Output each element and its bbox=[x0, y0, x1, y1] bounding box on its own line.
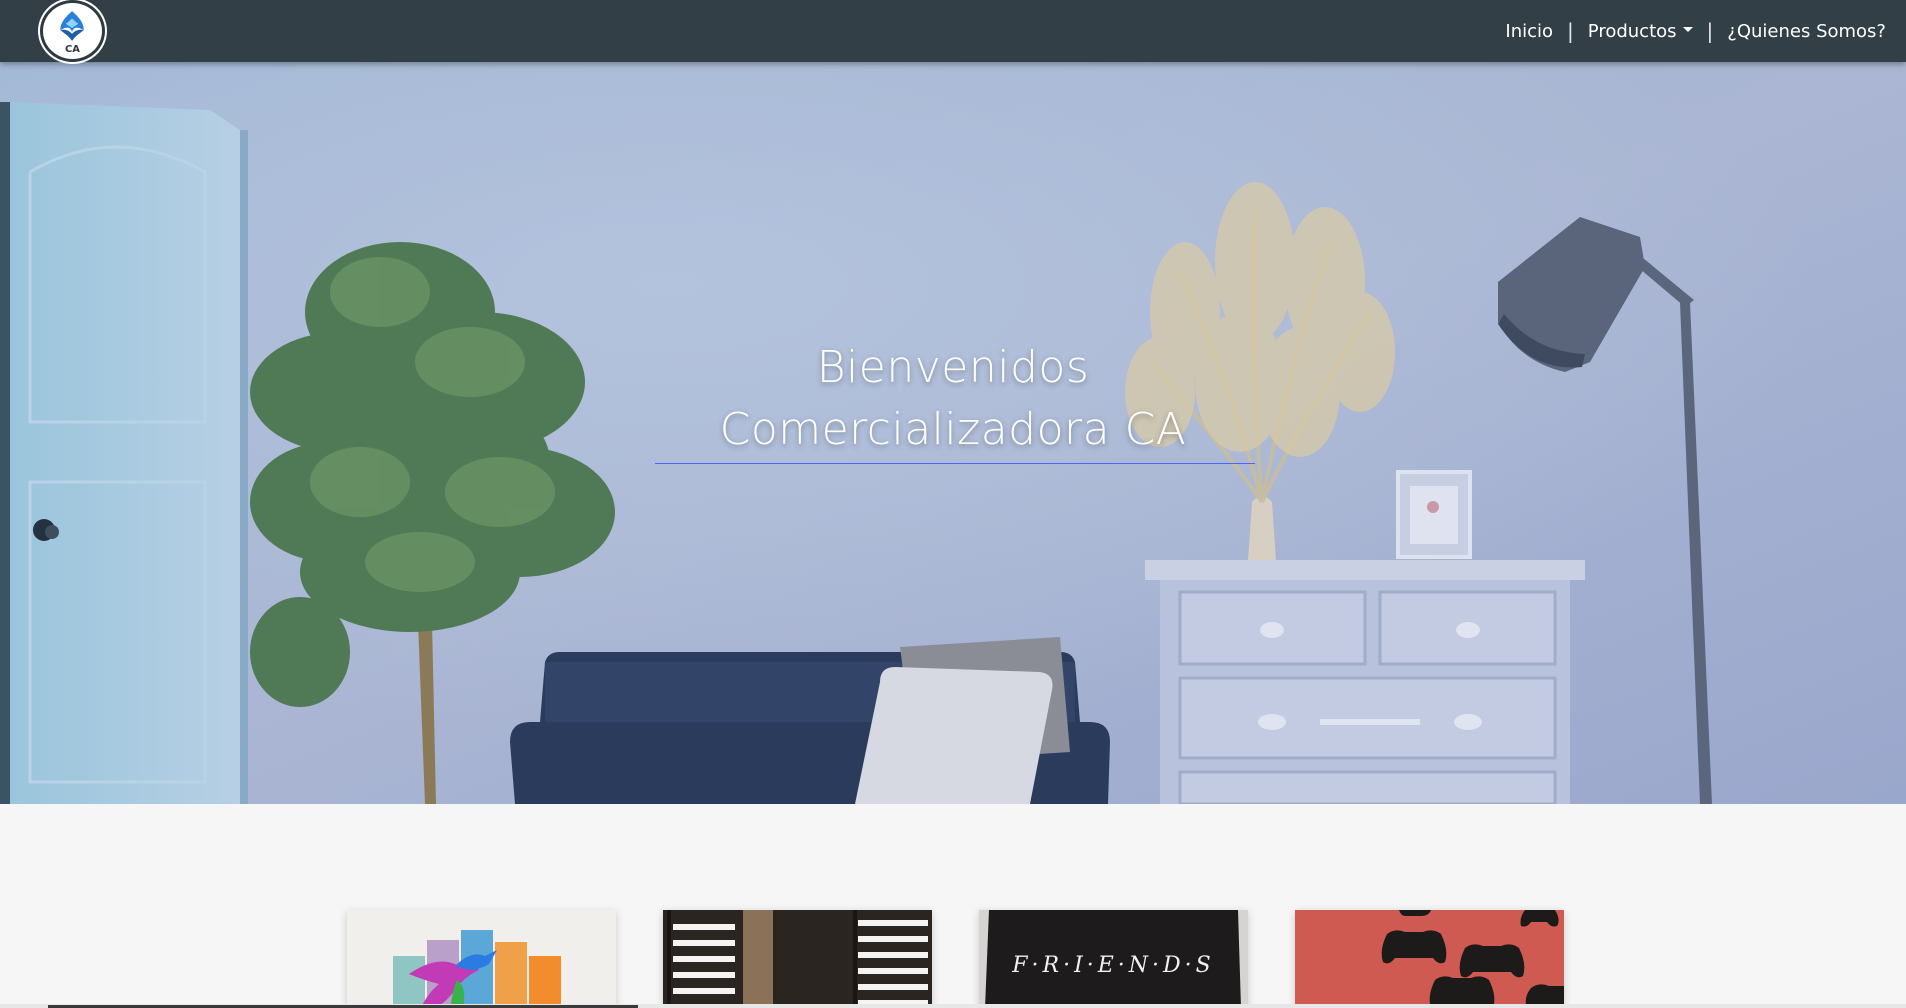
product-image-hummingbird bbox=[347, 910, 616, 1008]
nav-link-quienes-somos[interactable]: ¿Quienes Somos? bbox=[1727, 21, 1886, 42]
nav-links: Inicio | Productos | ¿Quienes Somos? bbox=[1505, 0, 1886, 62]
nav-separator: | bbox=[1567, 19, 1574, 43]
pillow-text: F·R·I·E·N·D·S bbox=[1011, 953, 1215, 978]
nav-link-inicio[interactable]: Inicio bbox=[1505, 21, 1553, 42]
logo-icon: CA bbox=[45, 3, 100, 59]
hero-underline bbox=[655, 463, 1255, 464]
hero-title: Bienvenidos Comercializadora CA bbox=[0, 337, 1906, 461]
hero-section: Bienvenidos Comercializadora CA bbox=[0, 62, 1906, 804]
logo-text: CA bbox=[65, 44, 80, 55]
top-navbar: CA Inicio | Productos | ¿Quienes Somos? bbox=[0, 0, 1906, 62]
product-card-gamepads[interactable] bbox=[1295, 910, 1564, 1008]
products-section: F·R·I·E·N·D·S bbox=[0, 804, 1906, 1008]
product-card-hummingbird[interactable] bbox=[347, 910, 616, 1008]
logo[interactable]: CA bbox=[40, 0, 105, 62]
nav-separator: | bbox=[1706, 19, 1714, 43]
product-image-gamepads bbox=[1295, 910, 1564, 1008]
hero-title-line1: Bienvenidos bbox=[816, 342, 1090, 393]
hero-title-line2: Comercializadora CA bbox=[719, 404, 1187, 455]
product-card-pillow[interactable]: F·R·I·E·N·D·S bbox=[979, 910, 1248, 1008]
caret-down-icon bbox=[1682, 27, 1693, 32]
product-image-blinds bbox=[663, 910, 932, 1008]
product-card-blinds[interactable] bbox=[663, 910, 932, 1008]
nav-link-productos-label: Productos bbox=[1587, 20, 1677, 42]
nav-link-productos[interactable]: Productos bbox=[1588, 21, 1693, 42]
product-image-pillow: F·R·I·E·N·D·S bbox=[979, 910, 1248, 1008]
